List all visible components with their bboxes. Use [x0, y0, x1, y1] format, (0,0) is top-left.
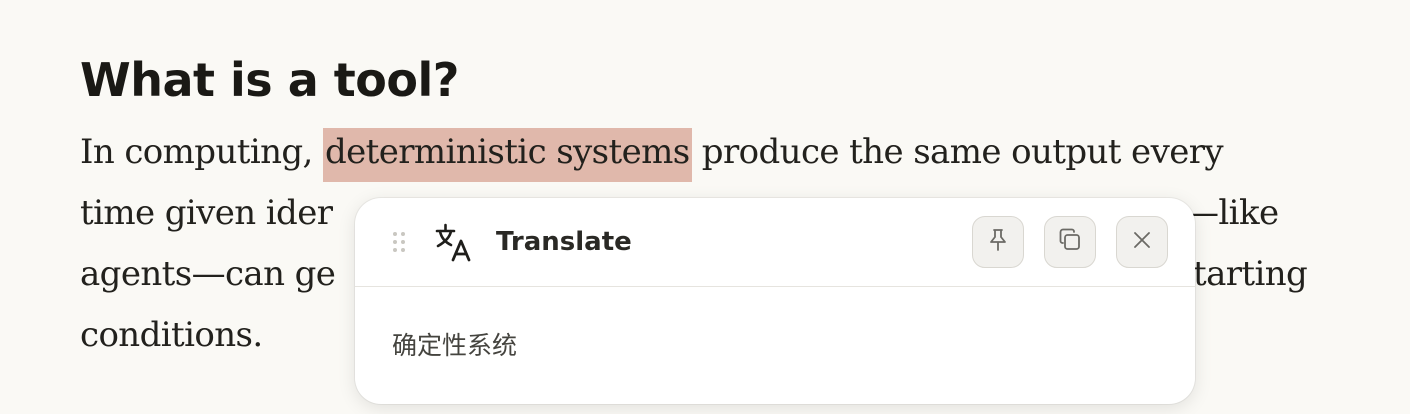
paragraph-text: In computing,	[80, 132, 323, 172]
highlighted-selection[interactable]: deterministic systems	[322, 128, 692, 182]
paragraph-text: conditions.	[80, 315, 263, 355]
translation-result: 确定性系统	[392, 331, 518, 360]
copy-icon	[1057, 227, 1083, 257]
close-button[interactable]	[1116, 216, 1168, 268]
drag-handle-icon[interactable]	[392, 231, 406, 253]
popup-header: Translate	[355, 198, 1195, 287]
translate-popup: Translate 确定性系统	[355, 198, 1195, 404]
paragraph-text: agents—can ge	[80, 254, 336, 294]
article-heading: What is a tool?	[80, 53, 459, 107]
pin-icon	[987, 228, 1009, 256]
translate-icon	[435, 222, 471, 262]
close-icon	[1132, 230, 1152, 254]
paragraph-text: tarting	[1193, 254, 1308, 294]
paragraph-text: produce the same output every	[691, 132, 1224, 172]
article: What is a tool?	[80, 48, 1380, 112]
pin-button[interactable]	[972, 216, 1024, 268]
paragraph-text: —like	[1185, 193, 1279, 233]
paragraph-text: time given ider	[80, 193, 333, 233]
copy-button[interactable]	[1044, 216, 1096, 268]
popup-title: Translate	[496, 227, 632, 257]
